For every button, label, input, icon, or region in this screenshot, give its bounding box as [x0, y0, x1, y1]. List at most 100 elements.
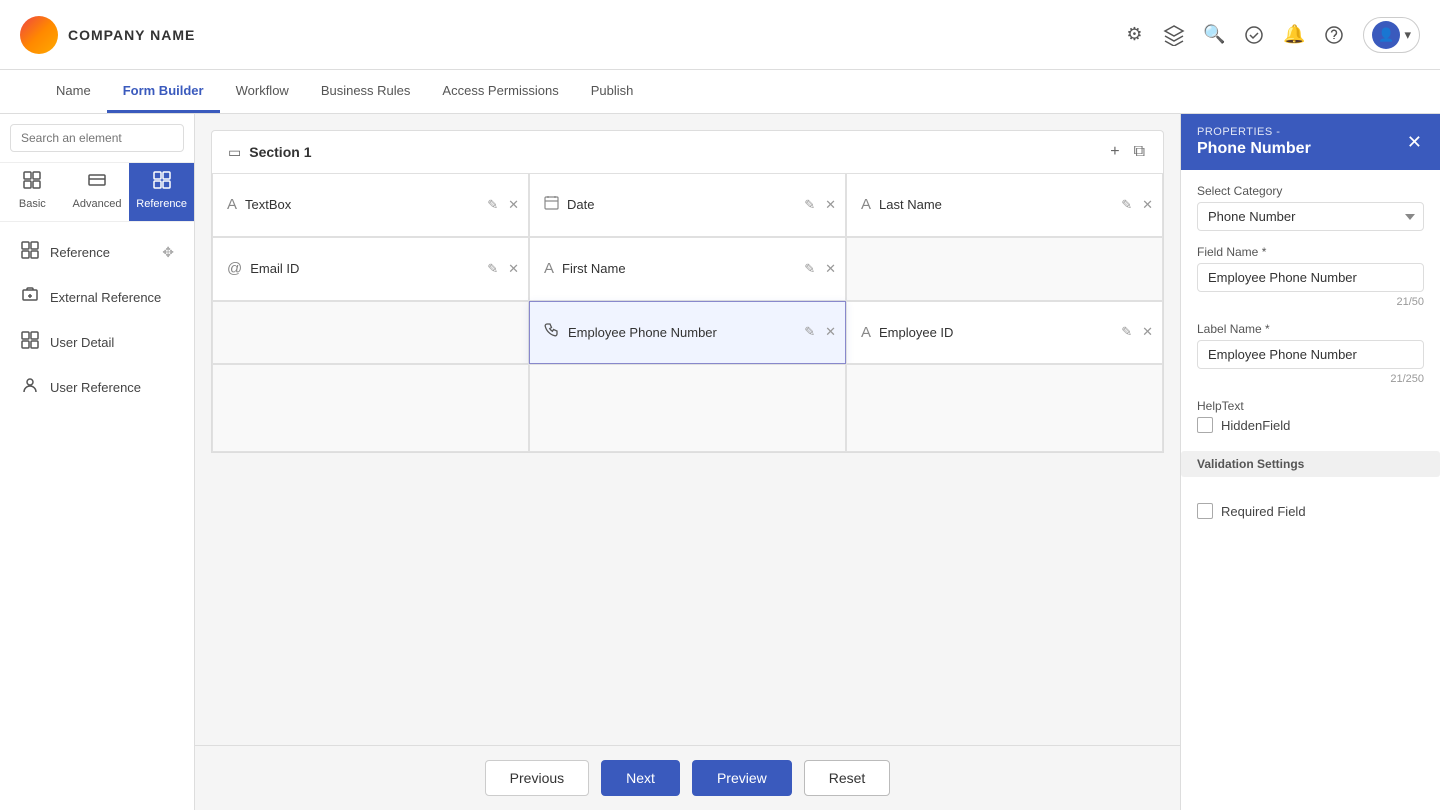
category-select[interactable]: Phone Number — [1197, 202, 1424, 231]
required-field-label: Required Field — [1221, 504, 1306, 519]
category-label: Select Category — [1197, 184, 1424, 198]
tab-access-permissions[interactable]: Access Permissions — [426, 71, 574, 113]
empid-edit[interactable]: ✎ — [1118, 323, 1135, 341]
date-edit[interactable]: ✎ — [801, 196, 818, 214]
tab-business-rules[interactable]: Business Rules — [305, 71, 427, 113]
tab-basic[interactable]: Basic — [0, 163, 65, 221]
tab-publish[interactable]: Publish — [575, 71, 650, 113]
prop-label-name: Label Name * 21/250 — [1197, 322, 1424, 385]
field-email-id[interactable]: @ Email ID ✎ ✕ — [212, 237, 529, 301]
email-delete[interactable]: ✕ — [505, 260, 522, 278]
company-name: COMPANY NAME — [68, 27, 195, 43]
sidebar-item-user-reference[interactable]: User Reference — [6, 366, 188, 409]
app-header: COMPANY NAME ⚙ 🔍 🔔 👤 — [0, 0, 1440, 70]
sidebar-item-reference[interactable]: Reference ✥ — [6, 231, 188, 274]
phone-edit[interactable]: ✎ — [801, 323, 818, 341]
help-icon[interactable] — [1323, 24, 1345, 46]
field-first-name[interactable]: A First Name ✎ ✕ — [529, 237, 846, 301]
reference-icon — [153, 171, 171, 194]
hidden-field-checkbox[interactable] — [1197, 417, 1213, 433]
panel-header: PROPERTIES - Phone Number ✕ — [1181, 114, 1440, 170]
drag-handle[interactable]: ✥ — [162, 244, 174, 261]
user-detail-label: User Detail — [50, 335, 114, 350]
field-employee-phone[interactable]: Employee Phone Number ✎ ✕ — [529, 301, 846, 365]
firstname-delete[interactable]: ✕ — [822, 260, 839, 278]
textbox-edit[interactable]: ✎ — [484, 196, 501, 214]
element-type-tabs: Basic Advanced — [0, 163, 194, 222]
phone-icon — [544, 322, 560, 342]
search-input[interactable] — [10, 124, 184, 152]
lastname-delete[interactable]: ✕ — [1139, 196, 1156, 214]
empty-4-1 — [212, 364, 529, 452]
empid-delete[interactable]: ✕ — [1139, 323, 1156, 341]
section-collapse-icon[interactable]: ▭ — [228, 144, 241, 161]
next-button[interactable]: Next — [601, 760, 680, 796]
label-name-input[interactable] — [1197, 340, 1424, 369]
avatar-chevron: ▾ — [1404, 27, 1411, 43]
section-add-button[interactable]: + — [1108, 141, 1121, 163]
tab-advanced[interactable]: Advanced — [65, 163, 130, 221]
section-title: Section 1 — [249, 144, 311, 160]
header-icons: ⚙ 🔍 🔔 👤 ▾ — [1123, 17, 1420, 53]
canvas-area: ▭ Section 1 + ⧉ A TextBox ✎ ✕ — [195, 114, 1180, 810]
bottom-bar: Previous Next Preview Reset — [195, 745, 1180, 810]
field-employee-id[interactable]: A Employee ID ✎ ✕ — [846, 301, 1163, 365]
section-header: ▭ Section 1 + ⧉ — [211, 130, 1164, 173]
check-icon[interactable] — [1243, 24, 1265, 46]
tab-reference[interactable]: Reference ✓ — [129, 163, 194, 221]
panel-body: Select Category Phone Number Field Name … — [1181, 170, 1440, 533]
date-delete[interactable]: ✕ — [822, 196, 839, 214]
tab-form-builder[interactable]: Form Builder — [107, 71, 220, 113]
user-avatar[interactable]: 👤 ▾ — [1363, 17, 1420, 53]
field-empty-2-3 — [846, 237, 1163, 301]
right-panel: PROPERTIES - Phone Number ✕ Select Categ… — [1180, 114, 1440, 810]
preview-button[interactable]: Preview — [692, 760, 792, 796]
field-date[interactable]: Date ✎ ✕ — [529, 173, 846, 237]
search-icon[interactable]: 🔍 — [1203, 24, 1225, 46]
panel-close-button[interactable]: ✕ — [1405, 130, 1424, 155]
section-copy-button[interactable]: ⧉ — [1132, 141, 1147, 163]
helptext-label: HelpText — [1197, 399, 1244, 413]
prop-category: Select Category Phone Number — [1197, 184, 1424, 231]
field-last-name[interactable]: A Last Name ✎ ✕ — [846, 173, 1163, 237]
cell-actions-phone: ✎ ✕ — [801, 323, 839, 341]
advanced-icon — [88, 171, 106, 194]
cell-actions-lastname: ✎ ✕ — [1118, 196, 1156, 214]
tab-name[interactable]: Name — [40, 71, 107, 113]
phone-delete[interactable]: ✕ — [822, 323, 839, 341]
prop-field-name: Field Name * 21/50 — [1197, 245, 1424, 308]
field-textbox[interactable]: A TextBox ✎ ✕ — [212, 173, 529, 237]
tab-workflow[interactable]: Workflow — [220, 71, 305, 113]
reset-button[interactable]: Reset — [804, 760, 891, 796]
sidebar-item-user-detail[interactable]: User Detail — [6, 321, 188, 364]
canvas-content: ▭ Section 1 + ⧉ A TextBox ✎ ✕ — [195, 114, 1180, 745]
field-name-input[interactable] — [1197, 263, 1424, 292]
prop-validation: Required Field — [1197, 503, 1424, 519]
cell-actions-empid: ✎ ✕ — [1118, 323, 1156, 341]
panel-subtitle: PROPERTIES - — [1197, 126, 1311, 138]
textbox-icon: A — [227, 196, 237, 213]
textbox-delete[interactable]: ✕ — [505, 196, 522, 214]
reference-item-label: Reference — [50, 245, 110, 260]
notification-icon[interactable]: 🔔 — [1283, 24, 1305, 46]
empty-4-2 — [529, 364, 846, 452]
cell-actions-date: ✎ ✕ — [801, 196, 839, 214]
basic-icon — [23, 171, 41, 194]
field-empty-3-1 — [212, 301, 529, 365]
firstname-edit[interactable]: ✎ — [801, 260, 818, 278]
basic-label: Basic — [19, 198, 46, 210]
email-edit[interactable]: ✎ — [484, 260, 501, 278]
cell-actions-firstname: ✎ ✕ — [801, 260, 839, 278]
external-reference-icon — [20, 286, 40, 309]
required-field-checkbox[interactable] — [1197, 503, 1213, 519]
external-reference-label: External Reference — [50, 290, 161, 305]
main-layout: Basic Advanced — [0, 114, 1440, 810]
user-reference-label: User Reference — [50, 380, 141, 395]
lastname-edit[interactable]: ✎ — [1118, 196, 1135, 214]
layers-icon[interactable] — [1163, 24, 1185, 46]
employee-id-label: Employee ID — [879, 325, 953, 340]
sidebar-item-external-reference[interactable]: External Reference — [6, 276, 188, 319]
employee-id-icon: A — [861, 324, 871, 341]
settings-icon[interactable]: ⚙ — [1123, 24, 1145, 46]
previous-button[interactable]: Previous — [485, 760, 589, 796]
